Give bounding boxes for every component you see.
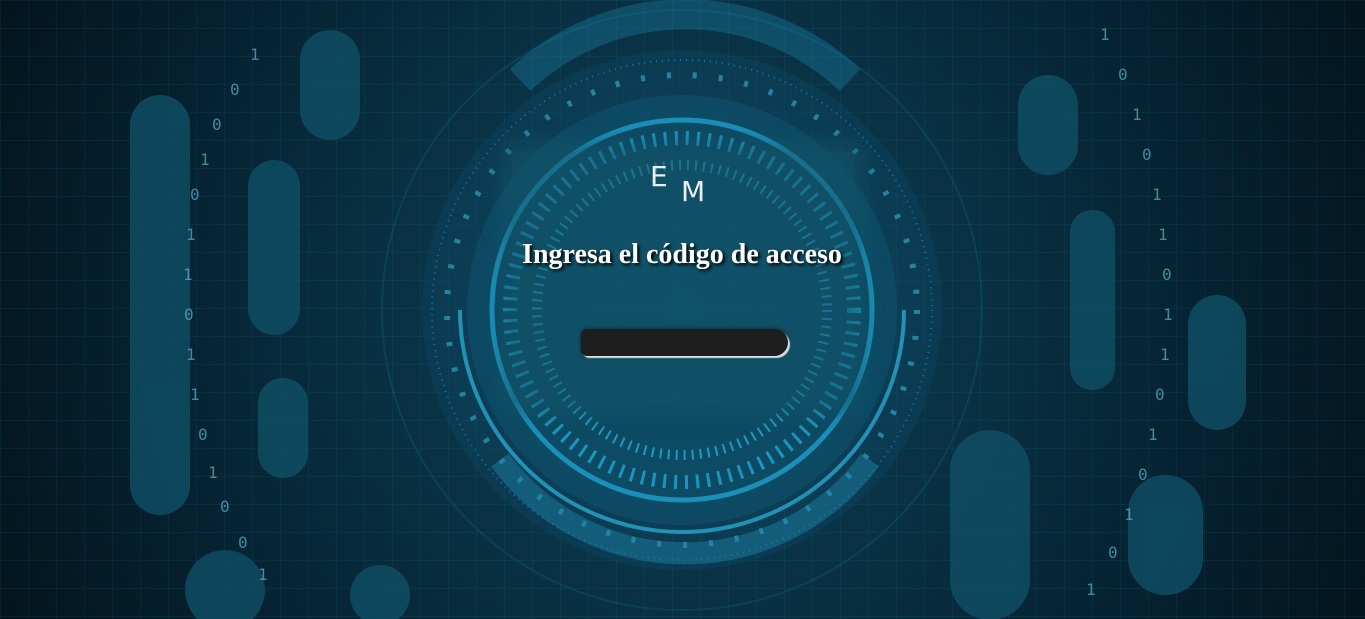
svg-text:1: 1	[1086, 580, 1096, 599]
svg-text:1: 1	[186, 345, 196, 364]
svg-text:0: 0	[1142, 145, 1152, 164]
svg-text:1: 1	[1148, 425, 1158, 444]
svg-text:1: 1	[1132, 105, 1142, 124]
logo-letter-e: E	[650, 160, 668, 193]
svg-text:0: 0	[238, 533, 248, 552]
svg-text:1: 1	[250, 45, 260, 64]
svg-text:1: 1	[208, 463, 218, 482]
svg-text:1: 1	[1100, 25, 1110, 44]
svg-text:0: 0	[1108, 543, 1118, 562]
svg-text:0: 0	[1138, 465, 1148, 484]
svg-text:1: 1	[190, 385, 200, 404]
svg-text:0: 0	[230, 80, 240, 99]
svg-text:0: 0	[220, 497, 230, 516]
access-code-heading: Ingresa el código de acceso	[522, 239, 842, 270]
svg-text:1: 1	[1124, 505, 1134, 524]
svg-text:1: 1	[1163, 305, 1173, 324]
svg-text:1: 1	[200, 150, 210, 169]
svg-text:1: 1	[1152, 185, 1162, 204]
svg-text:0: 0	[190, 185, 200, 204]
svg-text:0: 0	[1162, 265, 1172, 284]
svg-text:0: 0	[198, 425, 208, 444]
svg-text:1: 1	[258, 565, 268, 584]
em-logo: E M	[650, 160, 720, 210]
svg-text:0: 0	[212, 115, 222, 134]
svg-text:0: 0	[184, 305, 194, 324]
svg-text:0: 0	[1118, 65, 1128, 84]
svg-text:0: 0	[1155, 385, 1165, 404]
logo-letter-m: M	[681, 175, 706, 208]
svg-text:1: 1	[1160, 345, 1170, 364]
svg-text:1: 1	[186, 225, 196, 244]
svg-text:1: 1	[183, 265, 193, 284]
access-code-input[interactable]	[581, 329, 788, 356]
svg-text:1: 1	[1158, 225, 1168, 244]
